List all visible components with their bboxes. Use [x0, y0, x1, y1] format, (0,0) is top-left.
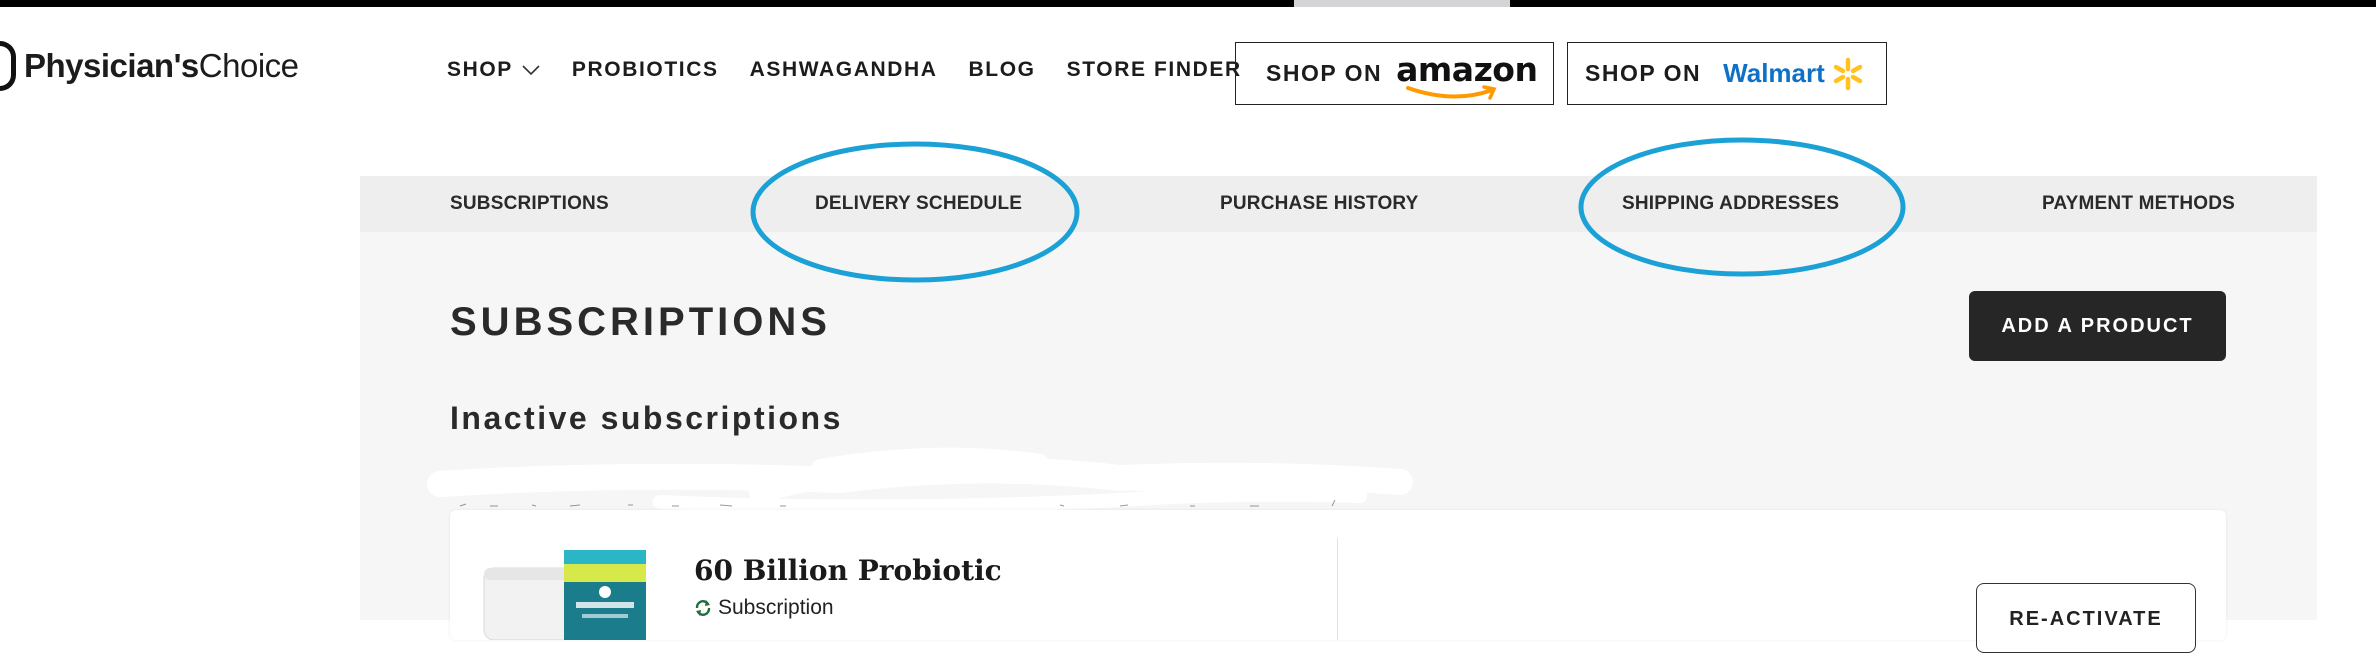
shop-on-walmart-button[interactable]: SHOP ON Walmart — [1567, 42, 1887, 105]
subscriptions-panel: SUBSCRIPTIONS ADD A PRODUCT Inactive sub… — [360, 232, 2317, 653]
reactivate-button[interactable]: RE-ACTIVATE — [1976, 583, 2196, 653]
nav-item-store-finder[interactable]: STORE FINDER — [1067, 58, 1242, 82]
tab-purchase-history[interactable]: PURCHASE HISTORY — [1220, 176, 1419, 232]
amazon-smile-icon — [1406, 85, 1497, 100]
top-strip — [0, 0, 2376, 7]
page-title: SUBSCRIPTIONS — [450, 300, 831, 344]
product-name[interactable]: 60 Billion Probiotic — [694, 554, 1002, 587]
walmart-spark-icon — [1833, 57, 1863, 90]
brand-logo[interactable]: Physician'sChoice — [0, 36, 299, 96]
walmart-logo: Walmart — [1723, 58, 1825, 88]
subscription-card: 60 Billion Probiotic Subscription RE-ACT… — [450, 510, 2226, 653]
tab-payment-methods[interactable]: PAYMENT METHODS — [2042, 176, 2235, 232]
product-image — [483, 550, 646, 640]
subscription-type: Subscription — [694, 596, 834, 620]
shop-on-label: SHOP ON — [1585, 60, 1702, 86]
redaction-scribble — [427, 447, 1413, 514]
tab-subscriptions[interactable]: SUBSCRIPTIONS — [450, 176, 609, 232]
top-strip-highlight — [1294, 0, 1510, 7]
logo-text: Physician'sChoice — [24, 47, 299, 84]
add-product-button[interactable]: ADD A PRODUCT — [1969, 291, 2226, 361]
nav-item-blog[interactable]: BLOG — [969, 58, 1036, 82]
nav-item-probiotics[interactable]: PROBIOTICS — [572, 58, 719, 82]
amazon-logo: amazon — [1396, 50, 1538, 100]
account-tabs: SUBSCRIPTIONS DELIVERY SCHEDULE PURCHASE… — [360, 176, 2317, 232]
nav-item-label: SHOP — [447, 58, 513, 81]
main-nav: SHOP PROBIOTICS ASHWAGANDHA BLOG STORE F… — [447, 52, 1273, 88]
refresh-icon — [695, 600, 711, 616]
shop-on-amazon-button[interactable]: SHOP ON amazon — [1235, 42, 1554, 105]
tab-delivery-schedule[interactable]: DELIVERY SCHEDULE — [815, 176, 1022, 232]
logo-mark-icon — [0, 41, 16, 91]
tab-shipping-addresses[interactable]: SHIPPING ADDRESSES — [1622, 176, 1839, 232]
shop-on-label: SHOP ON — [1266, 60, 1383, 86]
chevron-down-icon — [522, 65, 540, 76]
nav-item-ashwagandha[interactable]: ASHWAGANDHA — [750, 58, 938, 82]
nav-item-shop[interactable]: SHOP — [447, 58, 541, 82]
card-divider — [1337, 538, 1338, 640]
subscription-type-label: Subscription — [718, 596, 834, 619]
